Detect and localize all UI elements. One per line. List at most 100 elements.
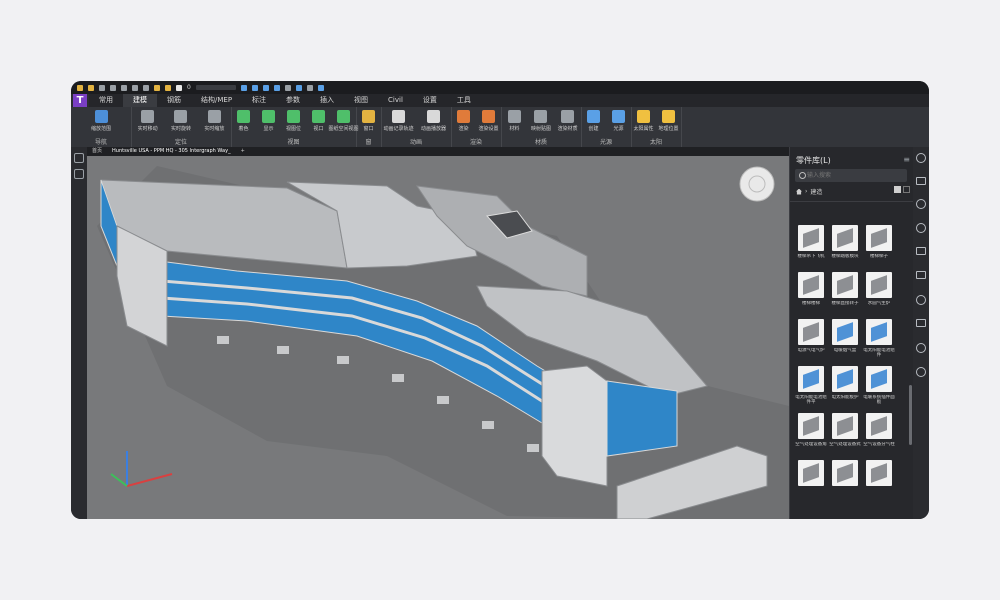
library-item[interactable]: 空气处理设备角 [795, 413, 827, 452]
ribbon-group-label: 材质 [534, 139, 547, 146]
column-foot [392, 374, 404, 382]
library-item[interactable]: 楼梯楼梯 [795, 272, 827, 311]
library-item[interactable]: 楼梯梯子 [863, 225, 895, 264]
document-tab-0[interactable]: 首页 [87, 147, 107, 156]
ribbon-tool-icon [637, 110, 650, 123]
tab-9[interactable]: 设置 [413, 94, 447, 107]
ribbon-button-5-0[interactable]: 渲染 [453, 110, 474, 132]
ribbon-button-2-4[interactable]: 图纸空间视图 [329, 110, 359, 132]
grid-view-icon[interactable] [894, 186, 901, 193]
tab-4[interactable]: 标注 [242, 94, 276, 107]
tool-icon[interactable] [284, 84, 291, 91]
ribbon-button-4-0[interactable]: 动画记录轨迹 [383, 110, 414, 132]
cube3-icon[interactable] [262, 84, 269, 91]
undo-icon[interactable] [132, 84, 138, 91]
stack-icon[interactable] [916, 247, 926, 255]
document-tab-1[interactable]: Huntsville USA - PPM HQ - 305 Intergraph… [107, 147, 236, 156]
library-item[interactable]: 空气处理设备式 [829, 413, 861, 452]
ribbon-button-2-0[interactable]: 着色 [233, 110, 254, 132]
library-item[interactable]: 电太阳能电池组件 [863, 319, 895, 358]
help-icon[interactable] [317, 84, 324, 91]
library-item[interactable]: 电太阳能电池组件平 [795, 366, 827, 405]
ribbon-button-7-0[interactable]: 创建 [583, 110, 604, 132]
library-item[interactable]: 电暖烟气盒 [829, 319, 861, 358]
library-item[interactable]: 楼梯吊下飞机 [795, 225, 827, 264]
ribbon-button-1-1[interactable]: 实时旋转 [166, 110, 195, 132]
library-item[interactable]: 电源气电气炉 [795, 319, 827, 358]
light-icon[interactable] [154, 84, 160, 91]
tab-0[interactable]: 常用 [89, 94, 123, 107]
library-item[interactable] [795, 460, 827, 499]
ribbon-button-2-1[interactable]: 显示 [258, 110, 279, 132]
ribbon-button-1-0[interactable]: 实时移动 [133, 110, 162, 132]
library-item[interactable] [863, 460, 895, 499]
ribbon-button-8-0[interactable]: 太阳属性 [633, 110, 654, 132]
ribbon-button-4-1[interactable]: 动画播放器 [418, 110, 449, 132]
view-cube-icon[interactable] [739, 166, 775, 202]
list-view-icon[interactable] [903, 186, 910, 193]
layer-dropdown-icon[interactable] [195, 85, 236, 90]
ribbon-button-3-0[interactable]: 窗口 [358, 110, 379, 132]
save-as-icon[interactable] [110, 84, 116, 91]
ribbon-button-8-1[interactable]: 地理位置 [658, 110, 679, 132]
ribbon-button-6-0[interactable]: 材料 [503, 110, 526, 132]
panel-scrollbar[interactable] [909, 385, 912, 445]
ribbon-button-label: 光源 [613, 126, 624, 132]
sun-icon[interactable] [165, 84, 171, 91]
folder-icon[interactable] [88, 84, 94, 91]
library-item[interactable] [829, 460, 861, 499]
ribbon-button-2-2[interactable]: 视图位 [283, 110, 304, 132]
tab-3[interactable]: 结构/MEP [191, 94, 242, 107]
ribbon-button-5-1[interactable]: 渲染设置 [478, 110, 499, 132]
ribbon-button-0-0[interactable]: 缩放范围 [73, 110, 129, 132]
solar2-icon [832, 366, 858, 392]
ribbon-button-6-1[interactable]: 映射贴图 [530, 110, 553, 132]
render-icon[interactable] [916, 199, 926, 209]
home-icon[interactable] [796, 188, 802, 195]
library-item[interactable]: 楼梯直接转子 [829, 272, 861, 311]
tab-7[interactable]: 视图 [344, 94, 378, 107]
library-search-input[interactable] [795, 169, 907, 182]
document-tab-2[interactable]: + [236, 147, 250, 156]
columns-icon[interactable] [916, 271, 926, 279]
3d-viewport[interactable] [87, 156, 789, 519]
library-item[interactable]: 水圆气生炉 [863, 272, 895, 311]
tab-2[interactable]: 钢筋 [157, 94, 191, 107]
ribbon-tool-icon [94, 110, 108, 123]
breadcrumb-item[interactable]: 建造 [810, 187, 822, 196]
properties-icon[interactable] [916, 177, 926, 185]
ribbon-button-2-3[interactable]: 视口 [308, 110, 329, 132]
redo-icon[interactable] [143, 84, 149, 91]
layers-icon[interactable] [74, 169, 84, 179]
ribbon-button-6-2[interactable]: 渲染材质 [556, 110, 579, 132]
layer-color-icon[interactable] [176, 84, 182, 91]
library-item[interactable]: 楼梯踏板模块 [829, 225, 861, 264]
tab-6[interactable]: 插入 [310, 94, 344, 107]
tab-5[interactable]: 参数 [276, 94, 310, 107]
library-item[interactable]: 电暖系统插件面板 [863, 366, 895, 405]
ribbon-button-7-1[interactable]: 光源 [608, 110, 629, 132]
cube4-icon[interactable] [273, 84, 280, 91]
image-icon[interactable] [306, 84, 313, 91]
tab-1[interactable]: 建模 [123, 94, 157, 107]
cube2-icon[interactable] [251, 84, 258, 91]
cube-icon[interactable] [240, 84, 247, 91]
box-icon[interactable] [916, 319, 926, 327]
library-item[interactable]: 电太阳能板护 [829, 366, 861, 405]
layers-icon[interactable] [916, 295, 926, 305]
star-icon[interactable] [916, 367, 926, 377]
cloud-icon[interactable] [916, 343, 926, 353]
tab-10[interactable]: 工具 [447, 94, 481, 107]
save-icon[interactable] [99, 84, 105, 91]
print-icon[interactable] [121, 84, 127, 91]
grid-icon[interactable] [295, 84, 302, 91]
lightbulb-icon[interactable] [916, 153, 926, 163]
library-item[interactable]: 空气设备分气柱 [863, 413, 895, 452]
tab-8[interactable]: Civil [378, 94, 413, 107]
home-icon[interactable] [74, 153, 84, 163]
open-icon[interactable] [77, 84, 83, 91]
panel-menu-icon[interactable]: ≡ [903, 155, 910, 164]
ribbon-button-1-2[interactable]: 实时缩放 [200, 110, 229, 132]
app-logo[interactable]: T [73, 94, 87, 108]
clock-icon[interactable] [916, 223, 926, 233]
